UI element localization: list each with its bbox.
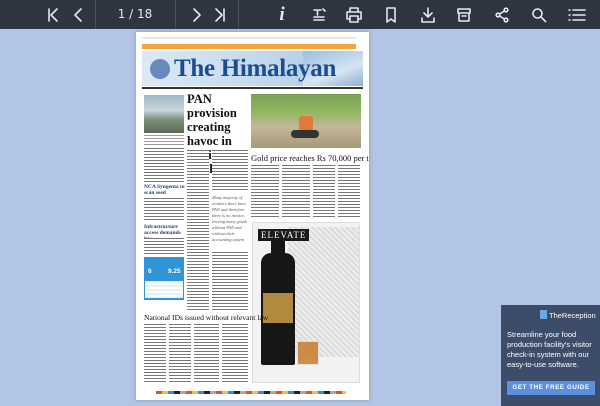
nid-story-text [169,324,191,384]
nid-headline: National IDs issued without relevant law [144,313,269,322]
lead-story-text [187,150,209,310]
dateline-rule [142,87,363,89]
share-button[interactable] [488,0,516,29]
last-page-icon [215,7,225,22]
toolbar-divider [95,0,96,29]
print-button[interactable] [340,0,368,29]
market-table [145,281,183,298]
newspaper-page[interactable]: The Himalayan NCA Syngenta to scan seed … [136,32,369,400]
lead-story-text [212,150,248,192]
menu-icon [568,8,586,21]
viewer-toolbar: 1 / 18 i [0,0,600,29]
ad-brand: TheReception [549,311,596,320]
motorbike-shape [291,130,319,138]
print-icon [346,6,362,23]
page-indicator: 1 / 18 [117,7,153,21]
masthead-logo-icon [150,59,170,79]
flood-photo [144,95,184,133]
ad-sketch [288,227,359,357]
next-page-icon [193,7,201,22]
nid-story-text [222,324,248,384]
market-value: 9.25 [168,268,181,275]
masthead: The Himalayan [142,51,363,86]
photo-caption [144,135,184,145]
previous-page-button[interactable] [65,0,91,29]
info-icon: i [279,3,285,25]
lead-story-text [212,252,248,310]
bookmark-icon [386,6,396,23]
left-column-text [144,198,184,220]
ad-headline: ELEVATE [258,229,310,241]
glass-shape [297,341,319,365]
download-button[interactable] [414,0,442,29]
left-column-text [144,148,184,182]
top-strip [142,37,356,39]
market-number: 6 [148,268,152,275]
market-box: 9.25 6 [144,257,184,300]
download-icon [421,6,435,23]
search-icon [532,7,547,22]
last-page-button[interactable] [206,0,234,29]
side-ad[interactable]: TheReception Streamline your food produc… [501,305,600,406]
color-registration-bar [156,391,346,394]
archive-button[interactable] [450,0,478,29]
share-icon [495,6,509,23]
archive-icon [457,7,471,22]
gold-story-text [338,165,360,217]
motorbike-photo [251,94,361,148]
bookmark-button[interactable] [378,0,404,29]
gold-story-text [282,165,310,217]
info-button[interactable]: i [270,0,294,29]
ad-message: Streamline your food production facility… [507,330,592,369]
gold-story-text [313,165,335,217]
menu-button[interactable] [562,0,592,29]
text-view-icon [313,7,326,21]
nid-story-text [144,324,166,384]
gold-headline: Gold price reaches Rs 70,000 per tola [251,153,369,163]
masthead-title: The Himalayan [174,55,337,82]
search-button[interactable] [525,0,553,29]
first-page-button[interactable] [38,0,68,29]
first-page-icon [48,7,58,22]
nid-story-text [194,324,219,384]
gold-story-text [251,165,279,217]
whisky-ad[interactable]: ELEVATE [252,222,360,383]
get-free-guide-button[interactable]: GET THE FREE GUIDE [507,381,595,395]
pull-quote: Many majority of retailers don't have PA… [212,195,248,242]
previous-page-icon [74,7,82,22]
toolbar-divider [238,0,239,29]
brief-headline-1: NCA Syngenta to scan seed [144,184,185,196]
reception-logo-icon [540,310,547,319]
promo-bar [142,44,356,49]
toolbar-divider [175,0,176,29]
text-view-button[interactable] [306,0,332,29]
left-column-text [144,238,184,254]
